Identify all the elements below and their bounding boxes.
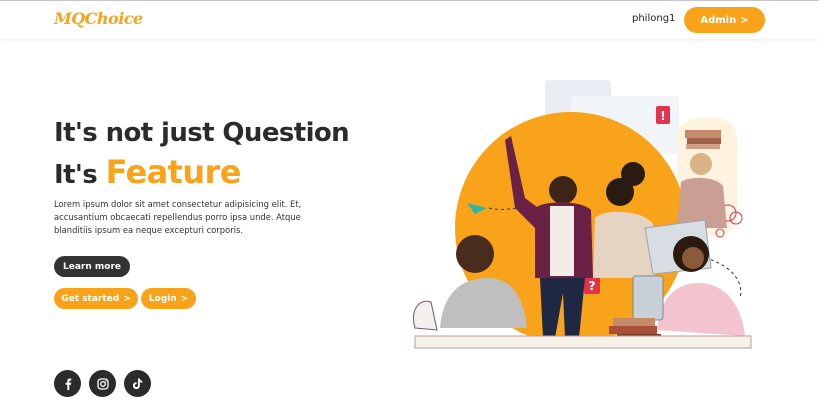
svg-text:?: ?: [589, 279, 596, 293]
chevron-right-icon: >: [180, 293, 189, 304]
login-button[interactable]: Login >: [141, 288, 196, 309]
admin-button[interactable]: Admin >: [684, 7, 765, 33]
facebook-button[interactable]: [54, 370, 81, 397]
chevron-right-icon: >: [123, 293, 131, 304]
person-shirt: [657, 283, 745, 336]
hero-description: Lorem ipsum dolor sit amet consectetur a…: [54, 199, 302, 235]
logo[interactable]: MQChoice: [54, 9, 143, 28]
admin-button-label: Admin: [700, 14, 737, 26]
instagram-button[interactable]: [89, 370, 116, 397]
headline-prefix: It's: [54, 160, 98, 190]
person-avatar: [690, 153, 712, 175]
facebook-icon: [65, 378, 71, 390]
person-avatar: [549, 176, 577, 204]
instagram-icon: [96, 377, 109, 390]
book-stack: [609, 326, 657, 334]
svg-text:!: !: [660, 109, 665, 123]
tiktok-icon: [133, 378, 143, 389]
learn-more-button[interactable]: Learn more: [54, 256, 130, 277]
chevron-right-icon: >: [740, 14, 749, 26]
get-started-button[interactable]: Get started >: [54, 288, 138, 309]
tiktok-button[interactable]: [124, 370, 151, 397]
hero-illustration: ! ?: [413, 80, 752, 349]
tablet: [632, 275, 664, 321]
get-started-label: Get started: [61, 293, 120, 304]
username: philong1: [632, 13, 676, 24]
person-shirt: [593, 211, 655, 278]
headline-line-1: It's not just Question: [54, 118, 350, 148]
person-avatar: [456, 235, 494, 273]
desk: [414, 335, 752, 349]
headline-line-2: It's Feature: [54, 153, 241, 191]
login-label: Login: [148, 293, 177, 304]
headline-highlight: Feature: [105, 153, 242, 191]
navbar: MQChoice philong1 Admin >: [0, 1, 819, 39]
